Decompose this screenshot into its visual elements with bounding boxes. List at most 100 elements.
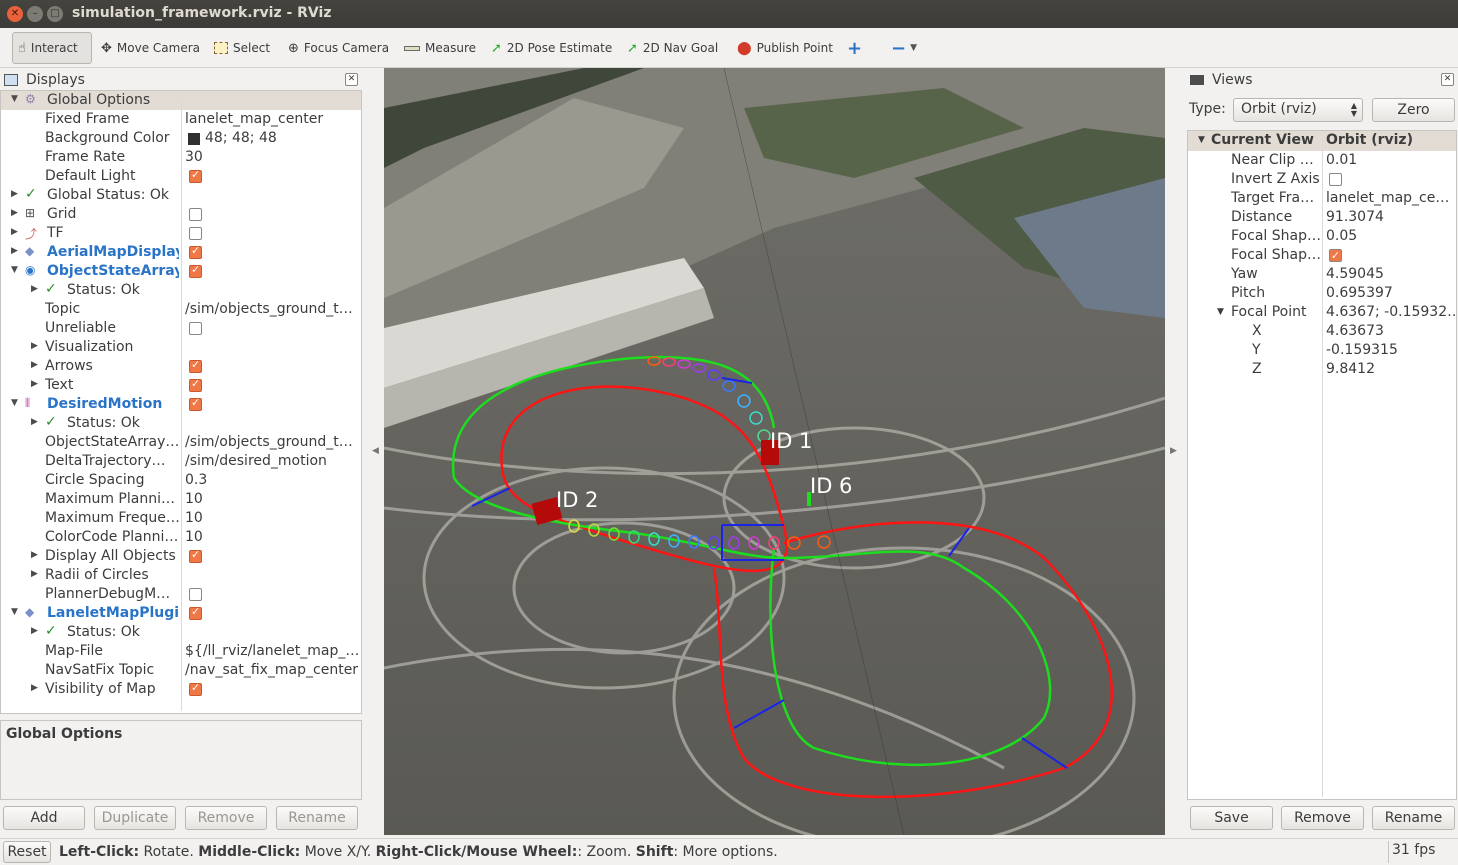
display-name: Status: Ok [67, 624, 140, 640]
collapse-arrow-icon[interactable]: ▼ [11, 607, 18, 617]
view-property-value[interactable]: 4.63673 [1326, 323, 1456, 339]
duplicate-display-button[interactable]: Duplicate [94, 806, 176, 830]
maximize-window-icon[interactable]: □ [47, 6, 63, 22]
view-property-value[interactable]: 4.59045 [1326, 266, 1456, 282]
interact-tool-button[interactable]: ☝ Interact [12, 32, 92, 64]
enable-checkbox[interactable] [189, 168, 202, 183]
enable-checkbox[interactable] [189, 605, 202, 620]
rename-view-button[interactable]: Rename [1372, 806, 1455, 830]
view-property-checkbox[interactable] [1329, 173, 1342, 186]
display-value[interactable]: 10 [185, 510, 359, 526]
display-name: Map-File [45, 643, 104, 659]
enable-checkbox[interactable] [189, 263, 202, 278]
enable-checkbox[interactable] [189, 322, 202, 335]
publish-point-tool-button[interactable]: ⬤ Publish Point [732, 32, 838, 64]
focus-camera-tool-button[interactable]: ⊕ Focus Camera [283, 32, 394, 64]
expand-arrow-icon[interactable]: ▶ [31, 379, 38, 389]
save-view-button[interactable]: Save [1190, 806, 1273, 830]
display-value[interactable]: /sim/desired_motion [185, 453, 359, 469]
expand-arrow-icon[interactable]: ▶ [31, 550, 38, 560]
signal-icon: ◉ [25, 263, 36, 277]
display-name: Global Options [47, 92, 151, 108]
rename-display-button[interactable]: Rename [276, 806, 358, 830]
collapse-arrow-icon[interactable]: ▼ [11, 94, 18, 104]
display-value[interactable]: lanelet_map_center [185, 111, 359, 127]
enable-checkbox[interactable] [189, 358, 202, 373]
enable-checkbox[interactable] [189, 588, 202, 601]
view-property-value[interactable]: lanelet_map_ce… [1326, 190, 1456, 206]
expand-arrow-icon[interactable]: ▶ [11, 246, 18, 256]
expand-arrow-icon[interactable]: ▶ [31, 683, 38, 693]
display-value[interactable]: 0.3 [185, 472, 359, 488]
collapse-left-icon[interactable]: ◀ [372, 446, 379, 456]
view-property-value[interactable]: 0.01 [1326, 152, 1456, 168]
enable-checkbox[interactable] [189, 681, 202, 696]
remove-display-button[interactable]: Remove [185, 806, 267, 830]
reset-button[interactable]: Reset [3, 841, 51, 863]
expand-arrow-icon[interactable]: ▶ [11, 208, 18, 218]
pose-estimate-tool-button[interactable]: ➚ 2D Pose Estimate [486, 32, 617, 64]
close-panel-icon[interactable]: ✕ [1441, 73, 1454, 86]
view-property-value[interactable]: 4.6367; -0.15932… [1326, 304, 1456, 320]
enable-checkbox[interactable] [189, 377, 202, 392]
view-property-value[interactable]: -0.159315 [1326, 342, 1456, 358]
enable-checkbox[interactable] [189, 396, 202, 411]
remove-view-button[interactable]: Remove [1281, 806, 1364, 830]
expand-arrow-icon[interactable]: ▶ [31, 569, 38, 579]
close-panel-icon[interactable]: ✕ [345, 73, 358, 86]
nav-goal-tool-button[interactable]: ➚ 2D Nav Goal [622, 32, 723, 64]
display-name: Status: Ok [67, 282, 140, 298]
close-window-icon[interactable]: ✕ [7, 6, 23, 22]
display-value[interactable]: 10 [185, 529, 359, 545]
expand-arrow-icon[interactable]: ▼ [1198, 135, 1205, 145]
remove-tool-button[interactable]: − ▼ [886, 32, 922, 64]
collapse-right-icon[interactable]: ▶ [1170, 446, 1177, 456]
fps-counter: 31 fps [1392, 842, 1436, 858]
map-pin-icon: ⬤ [737, 40, 752, 56]
display-value[interactable]: 30 [185, 149, 359, 165]
minimize-window-icon[interactable]: – [27, 6, 43, 22]
view-type-select[interactable]: Orbit (rviz) ▲ ▼ [1233, 98, 1363, 122]
enable-checkbox[interactable] [189, 548, 202, 563]
display-name: Background Color [45, 130, 170, 146]
render-viewport[interactable]: ID 1 ID 6 ID 2 [384, 68, 1165, 835]
move-camera-tool-button[interactable]: ✥ Move Camera [96, 32, 205, 64]
expand-arrow-icon[interactable]: ▶ [31, 360, 38, 370]
display-name: Status: Ok [67, 415, 140, 431]
view-property-value[interactable]: 9.8412 [1326, 361, 1456, 377]
enable-checkbox[interactable] [189, 244, 202, 259]
display-value[interactable]: /sim/objects_ground_t… [185, 434, 359, 450]
display-name: LaneletMapPlugin [47, 605, 179, 621]
enable-checkbox[interactable] [189, 208, 202, 221]
collapse-arrow-icon[interactable]: ▼ [11, 265, 18, 275]
display-value[interactable]: /nav_sat_fix_map_center [185, 662, 359, 678]
expand-arrow-icon[interactable]: ▶ [11, 189, 18, 199]
view-property-value[interactable]: 0.05 [1326, 228, 1456, 244]
spinner-arrows-icon: ▲ ▼ [1350, 101, 1357, 118]
add-display-button[interactable]: Add [3, 806, 85, 830]
view-property-value[interactable]: 91.3074 [1326, 209, 1456, 225]
crosshair-icon: ⊕ [288, 40, 299, 56]
expand-arrow-icon[interactable]: ▶ [31, 417, 38, 427]
view-property-value[interactable]: 0.695397 [1326, 285, 1456, 301]
zero-view-button[interactable]: Zero [1372, 98, 1455, 122]
select-tool-button[interactable]: Select [209, 32, 275, 64]
enable-checkbox[interactable] [189, 227, 202, 240]
display-value[interactable]: ${/ll_rviz/lanelet_map_… [185, 643, 359, 659]
collapse-arrow-icon[interactable]: ▼ [1217, 307, 1224, 317]
expand-arrow-icon[interactable]: ▶ [11, 227, 18, 237]
display-value[interactable]: /sim/objects_ground_t… [185, 301, 359, 317]
expand-arrow-icon[interactable]: ▶ [31, 341, 38, 351]
expand-arrow-icon[interactable]: ▶ [31, 284, 38, 294]
display-value[interactable]: 48; 48; 48 [205, 130, 355, 146]
add-tool-button[interactable]: + [842, 32, 867, 64]
display-name: NavSatFix Topic [45, 662, 155, 678]
measure-tool-button[interactable]: Measure [399, 32, 481, 64]
color-swatch[interactable] [188, 133, 200, 145]
display-value[interactable]: 10 [185, 491, 359, 507]
status-ok-icon: ✓ [45, 623, 57, 639]
view-property-checkbox[interactable]: ✓ [1329, 249, 1342, 262]
expand-arrow-icon[interactable]: ▶ [31, 626, 38, 636]
status-bar: Reset Left-Click: Rotate. Middle-Click: … [0, 838, 1458, 865]
collapse-arrow-icon[interactable]: ▼ [11, 398, 18, 408]
